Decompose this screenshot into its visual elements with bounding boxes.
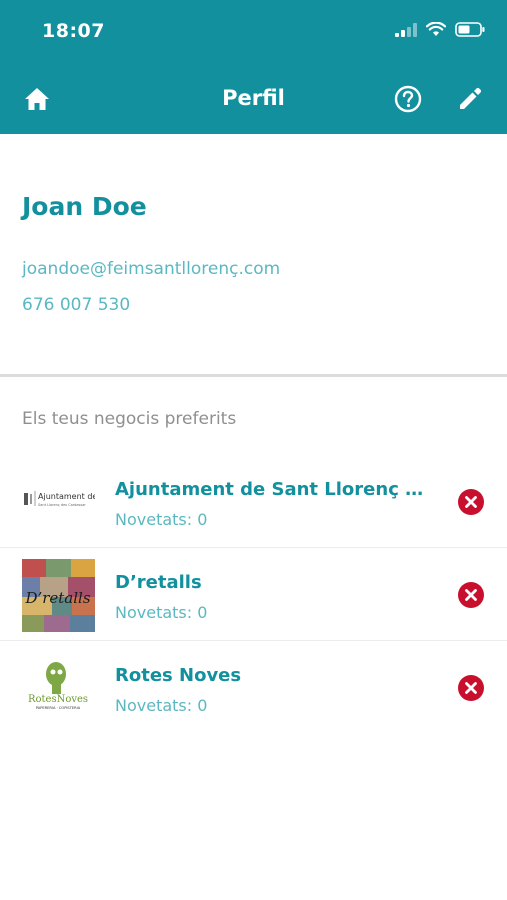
business-news: Novetats: 0 — [115, 696, 208, 715]
edit-button[interactable] — [453, 82, 487, 116]
business-logo: RotesNoves PAPERERIA · COPISTERIA — [22, 652, 95, 725]
remove-favorite-icon[interactable] — [458, 489, 484, 515]
favorite-item[interactable]: D’retalls D’retalls Novetats: 0 — [0, 548, 507, 641]
favorites-section: Els teus negocis preferits Ajuntament de… — [0, 377, 507, 900]
business-logo: D’retalls — [22, 559, 95, 632]
favorite-item[interactable]: RotesNoves PAPERERIA · COPISTERIA Rotes … — [0, 641, 507, 734]
logo-text: Ajuntament de — [38, 492, 95, 501]
profile-phone[interactable]: 676 007 530 — [22, 295, 130, 315]
business-name: Ajuntament de Sant Llorenç d... — [115, 479, 433, 500]
status-bar: 18:07 — [0, 0, 507, 64]
logo-subtext: Sant Llorenç des Cardassar — [38, 503, 86, 507]
business-news: Novetats: 0 — [115, 603, 208, 622]
app-bar: Perfil — [0, 64, 507, 134]
favorite-item[interactable]: Ajuntament de Sant Llorenç des Cardassar… — [0, 455, 507, 548]
status-icons — [395, 22, 485, 37]
remove-favorite-icon[interactable] — [458, 675, 484, 701]
logo-subtext: PAPERERIA · COPISTERIA — [36, 706, 81, 710]
profile-email[interactable]: joandoe@feimsantllorenç.com — [22, 259, 280, 279]
business-news: Novetats: 0 — [115, 510, 208, 529]
profile-name: Joan Doe — [22, 192, 147, 221]
wifi-icon — [426, 22, 446, 36]
status-time: 18:07 — [42, 20, 105, 42]
logo-text: D’retalls — [24, 589, 90, 607]
signal-icon — [395, 22, 417, 37]
favorites-title: Els teus negocis preferits — [22, 409, 237, 429]
remove-favorite-icon[interactable] — [458, 582, 484, 608]
help-button[interactable] — [391, 82, 425, 116]
help-icon — [394, 85, 422, 113]
page-title: Perfil — [222, 86, 285, 110]
profile-card: Joan Doe joandoe@feimsantllorenç.com 676… — [0, 134, 507, 374]
business-logo: Ajuntament de Sant Llorenç des Cardassar — [22, 466, 95, 539]
battery-icon — [455, 22, 485, 37]
pencil-icon — [460, 87, 482, 109]
business-name: D’retalls — [115, 572, 202, 593]
business-name: Rotes Noves — [115, 665, 242, 686]
logo-text: RotesNoves — [28, 694, 88, 705]
